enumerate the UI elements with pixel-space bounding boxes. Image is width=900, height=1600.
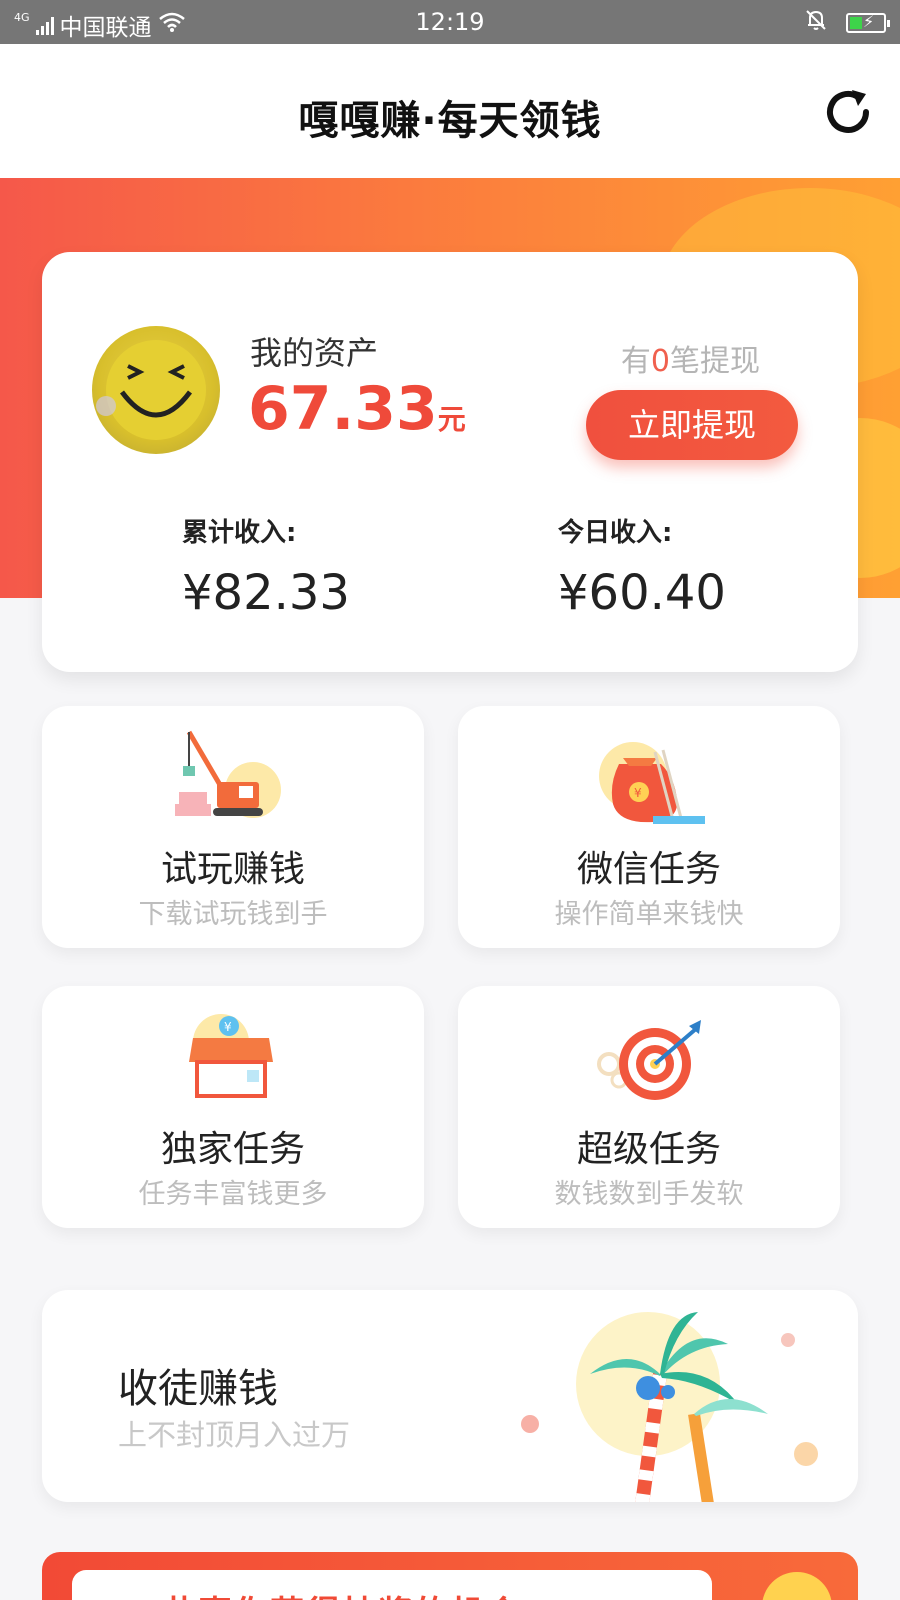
battery-icon: ⚡ [846, 12, 890, 33]
withdraw-count-prefix: 有 [620, 344, 651, 379]
app-screen: 4G 中国联通 12:19 ⚡ 嘎嘎赚·每天领钱 我的资产 67.33元 有0笔… [0, 0, 900, 1600]
task-card-super[interactable]: 超级任务 数钱数到手发软 [458, 986, 840, 1228]
task-card-exclusive[interactable]: ¥ 独家任务 任务丰富钱更多 [42, 986, 424, 1228]
shop-icon: ¥ [189, 1014, 273, 1098]
bell-muted-icon [804, 8, 828, 38]
crane-icon [175, 730, 281, 818]
smiley-avatar-icon [96, 340, 206, 440]
page-title: 嘎嘎赚·每天领钱 [298, 98, 602, 144]
nav-bar: 嘎嘎赚·每天领钱 [0, 44, 900, 178]
task-title: 超级任务 [576, 1129, 721, 1170]
asset-amount: 67.33元 [248, 374, 466, 444]
today-income-value: ¥60.40 [558, 565, 726, 621]
palm-tree-icon [521, 1312, 818, 1502]
task-title: 独家任务 [160, 1129, 305, 1170]
invite-title: 收徒赚钱 [118, 1366, 278, 1412]
coin-icon [762, 1572, 832, 1600]
lottery-banner-text: 恭喜你获得抽奖的机会 [162, 1586, 522, 1600]
task-subtitle: 任务丰富钱更多 [138, 1179, 328, 1210]
invite-subtitle: 上不封顶月入过万 [118, 1418, 351, 1452]
asset-amount-unit: 元 [437, 403, 466, 436]
task-title: 微信任务 [576, 849, 721, 890]
lottery-banner[interactable]: 恭喜你获得抽奖的机会 [42, 1552, 858, 1600]
target-icon [597, 1020, 701, 1100]
task-subtitle: 数钱数到手发软 [554, 1179, 744, 1210]
withdraw-count: 有0笔提现 [621, 336, 760, 380]
asset-amount-value: 67.33 [248, 374, 438, 444]
task-card-wechat[interactable]: ¥ 微信任务 操作简单来钱快 [458, 706, 840, 948]
battery-level [850, 17, 862, 29]
lottery-banner-panel: 恭喜你获得抽奖的机会 [72, 1570, 712, 1600]
task-title: 试玩赚钱 [160, 849, 305, 890]
total-income: 累计收入: ¥82.33 [182, 512, 350, 621]
task-subtitle: 下载试玩钱到手 [138, 899, 328, 930]
invite-card[interactable]: 收徒赚钱 上不封顶月入过万 [42, 1290, 858, 1502]
task-card-trial[interactable]: 试玩赚钱 下载试玩钱到手 [42, 706, 424, 948]
svg-text:¥: ¥ [634, 786, 642, 800]
refresh-button[interactable] [820, 84, 876, 140]
task-subtitle: 操作简单来钱快 [554, 899, 744, 930]
total-income-label: 累计收入: [182, 518, 297, 548]
withdraw-count-number: 0 [650, 344, 670, 379]
withdraw-button[interactable]: 立即提现 [586, 390, 798, 460]
total-income-value: ¥82.33 [182, 565, 350, 621]
avatar[interactable] [92, 326, 220, 454]
clock: 12:19 [415, 8, 485, 36]
asset-card: 我的资产 67.33元 有0笔提现 立即提现 累计收入: ¥82.33 今日收入… [42, 252, 858, 672]
withdraw-count-suffix: 笔提现 [670, 344, 760, 379]
refresh-icon [827, 90, 869, 133]
today-income: 今日收入: ¥60.40 [558, 512, 726, 621]
money-bag-icon: ¥ [599, 742, 705, 824]
status-right: ⚡ [804, 8, 890, 38]
status-bar: 4G 中国联通 12:19 ⚡ [0, 0, 900, 44]
today-income-label: 今日收入: [558, 518, 673, 548]
asset-label: 我的资产 [250, 334, 379, 372]
svg-text:¥: ¥ [224, 1020, 232, 1034]
charging-icon: ⚡ [863, 12, 875, 31]
